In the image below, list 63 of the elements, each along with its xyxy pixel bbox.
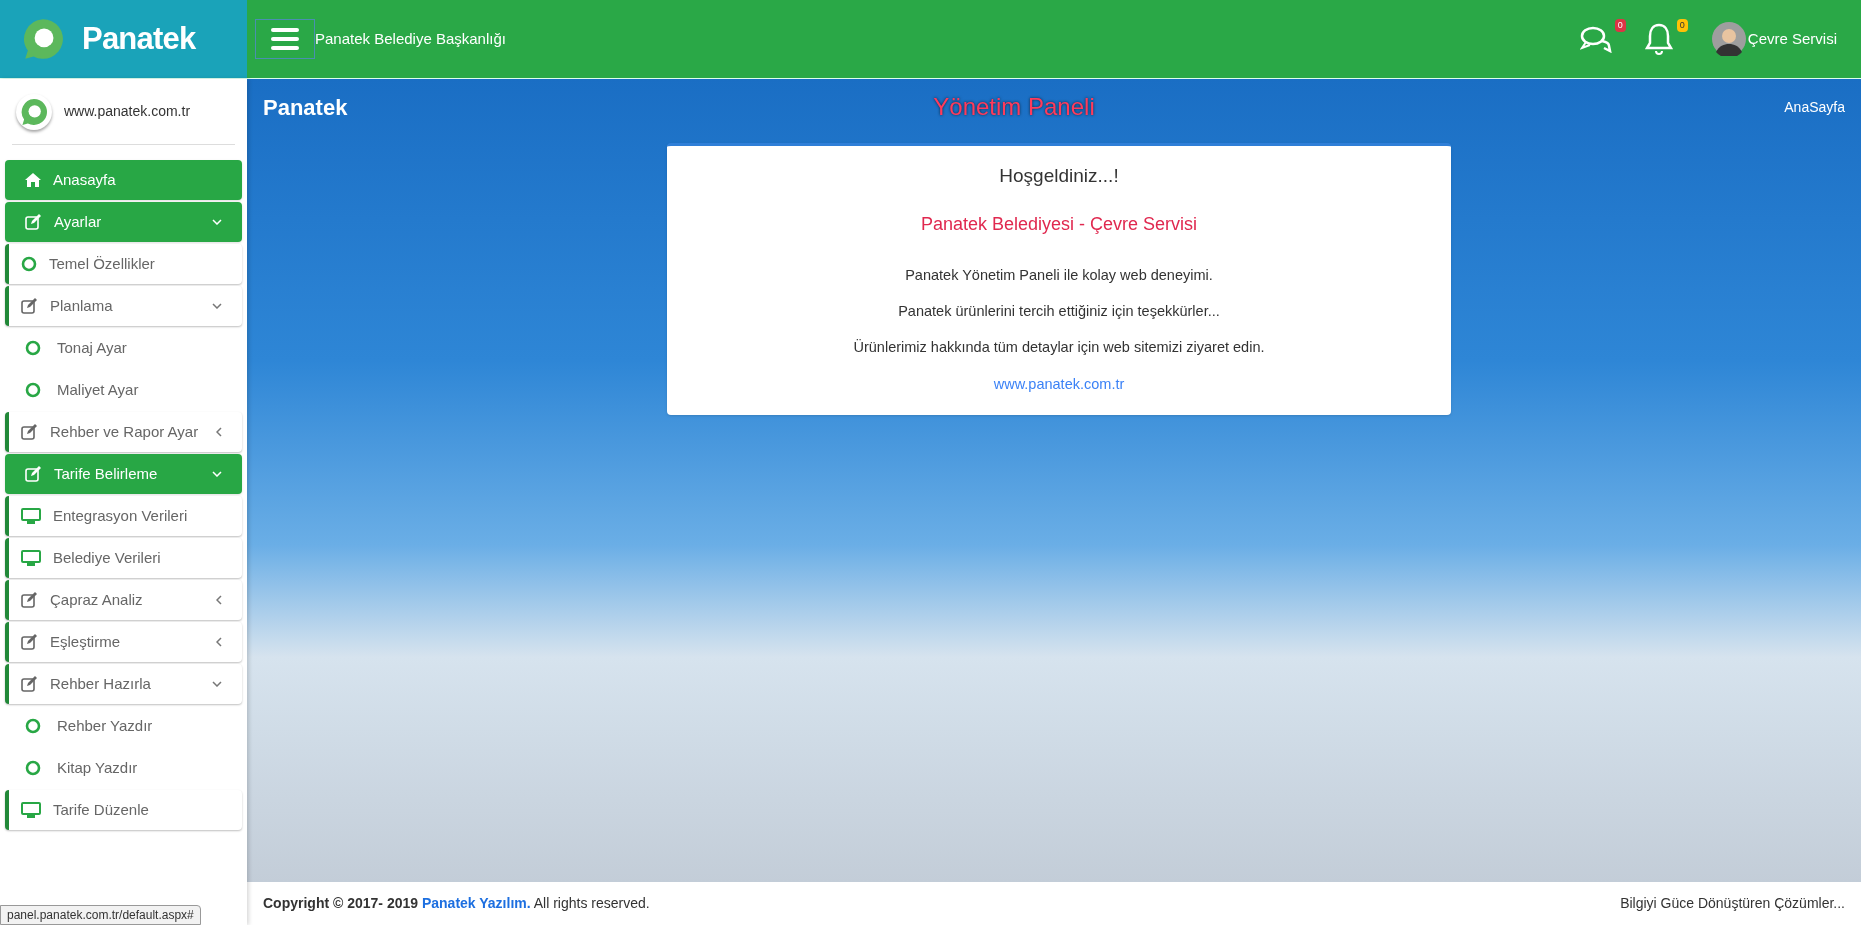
sidebar-item[interactable]: Anasayfa (5, 160, 242, 200)
monitor-icon (21, 507, 41, 525)
edit-icon (21, 634, 38, 650)
menu-button[interactable] (255, 19, 315, 59)
sidebar-item[interactable]: Maliyet Ayar (5, 369, 242, 411)
monitor-icon (21, 549, 41, 567)
chevron-left-icon (216, 427, 222, 437)
welcome-text: Panatek ürünlerini tercih ettiğiniz için teşekkürler... (898, 301, 1220, 320)
sidebar-item[interactable]: Tonaj Ayar (5, 327, 242, 369)
circle-icon (21, 256, 37, 272)
content-logo-text: Panatek (263, 93, 349, 122)
chevron-down-icon (212, 681, 222, 687)
page-title: Yönetim Paneli (933, 92, 1095, 122)
site-link[interactable]: www.panatek.com.tr (64, 101, 191, 122)
welcome-title: Hoşgeldiniz...! (999, 164, 1119, 188)
messages-count-badge: 0 (1614, 19, 1626, 32)
breadcrumb-link[interactable]: AnaSayfa (1545, 96, 1845, 118)
sidebar-item[interactable]: Temel Özellikler (5, 244, 242, 284)
circle-icon (25, 340, 41, 356)
sidebar-item[interactable]: Ayarlar (5, 202, 242, 242)
sidebar-item[interactable]: Rehber ve Rapor Ayar (5, 412, 242, 452)
welcome-subtitle: Panatek Belediyesi - Çevre Servisi (920, 212, 1198, 236)
notifications-count-badge: 0 (1676, 19, 1688, 32)
chat-icon (1579, 25, 1612, 53)
edit-icon (25, 214, 42, 230)
sidebar-item[interactable]: Çapraz Analiz (5, 580, 242, 620)
edit-icon (25, 466, 42, 482)
menu-icon (271, 28, 299, 50)
brand-logo-text: Panatek (82, 19, 196, 58)
circle-icon (25, 718, 41, 734)
bell-icon (1644, 23, 1673, 55)
chevron-left-icon (216, 637, 222, 647)
sidebar-item[interactable]: Planlama (5, 286, 242, 326)
circle-icon (25, 760, 41, 776)
sidebar-item[interactable]: Rehber Yazdır (5, 705, 242, 747)
edit-icon (21, 592, 38, 608)
website-link[interactable]: www.panatek.com.tr (993, 373, 1125, 396)
edit-icon (21, 298, 38, 314)
chevron-down-icon (212, 471, 222, 477)
circle-icon (25, 382, 41, 398)
edit-icon (21, 424, 38, 440)
status-url-tooltip: panel.panatek.com.tr/default.aspx# (0, 905, 201, 925)
copyright-text: Copyright © 2017- 2019 Panatek Yazılım. All rights reserved. (263, 894, 650, 913)
edit-icon (21, 676, 38, 692)
home-icon (25, 173, 41, 187)
sidebar-item[interactable]: Belediye Verileri (5, 538, 242, 578)
welcome-text: Panatek Yönetim Paneli ile kolay web deneyimi. (905, 265, 1213, 284)
chevron-left-icon (216, 595, 222, 605)
company-link[interactable]: Panatek Yazılım. (421, 895, 531, 911)
chevron-down-icon (212, 219, 222, 225)
sidebar-item[interactable]: Entegrasyon Verileri (5, 496, 242, 536)
monitor-icon (21, 801, 41, 819)
slogan-text: Bilgiyi Güce Dönüştüren Çözümler... (1620, 894, 1845, 913)
user-name[interactable]: Çevre Servisi (1747, 27, 1837, 51)
organization-title: Panatek Belediye Başkanlığı (315, 28, 506, 49)
avatar-icon (1711, 22, 1746, 56)
welcome-text: Ürünlerimiz hakkında tüm detaylar için web sitemizi ziyaret edin. (853, 337, 1265, 356)
sidebar-item[interactable]: Tarife Belirleme (5, 454, 242, 494)
sidebar-item[interactable]: Eşleştirme (5, 622, 242, 662)
sidebar-item[interactable]: Kitap Yazdır (5, 747, 242, 789)
sidebar-item[interactable]: Rehber Hazırla (5, 664, 242, 704)
chevron-down-icon (212, 303, 222, 309)
sidebar-item[interactable]: Tarife Düzenle (5, 790, 242, 830)
